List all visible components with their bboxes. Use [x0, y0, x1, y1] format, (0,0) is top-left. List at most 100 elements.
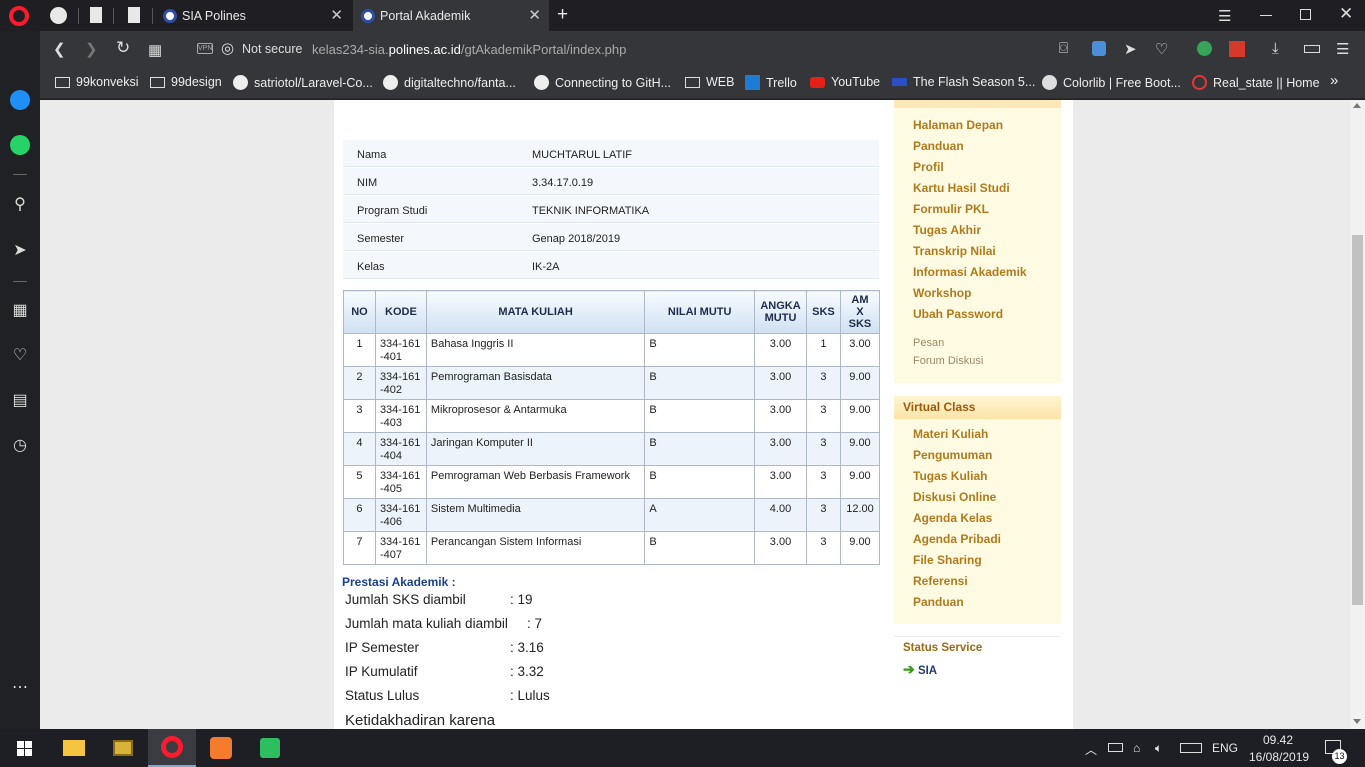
camera-icon[interactable]: ⌼ [1059, 40, 1068, 57]
tab-portal-akademik[interactable]: Portal Akademik ✕ [353, 0, 549, 31]
table-cell: 334-161-403 [374, 399, 427, 433]
whatsapp-icon[interactable] [10, 135, 30, 155]
close-window-icon[interactable]: ✕ [1339, 4, 1353, 24]
more-icon[interactable]: ⋯ [10, 678, 30, 698]
easy-setup-icon[interactable]: ☰ [1336, 40, 1349, 58]
bookmark-item[interactable]: digitaltechno/fanta... [383, 75, 516, 90]
show-hidden-icons[interactable]: ︿ [1085, 741, 1097, 758]
extension-icon[interactable] [1229, 41, 1245, 57]
close-tab-icon[interactable]: ✕ [528, 6, 541, 24]
xampp-taskbar-button[interactable] [197, 729, 245, 767]
menu-workshop[interactable]: Workshop [913, 286, 971, 300]
vc-panduan[interactable]: Panduan [913, 595, 964, 609]
bookmark-item[interactable]: The Flash Season 5... [892, 75, 1035, 89]
menu-kartu-hasil-studi[interactable]: Kartu Hasil Studi [913, 181, 1010, 195]
bookmark-item[interactable]: YouTube [810, 75, 880, 89]
status-divider [894, 636, 1061, 637]
messenger-icon[interactable] [10, 90, 30, 110]
vc-materi-kuliah[interactable]: Materi Kuliah [913, 427, 988, 441]
status-sia-link[interactable]: ➔ SIA [903, 661, 937, 678]
file-explorer-button[interactable] [50, 729, 98, 767]
back-icon[interactable]: ❮ [53, 40, 66, 58]
news-icon[interactable]: ▤ [10, 391, 30, 411]
clock-time[interactable]: 09.42 [1263, 733, 1293, 747]
col-no: NO [343, 290, 376, 334]
menu-tugas-akhir[interactable]: Tugas Akhir [913, 223, 981, 237]
vc-tugas-kuliah[interactable]: Tugas Kuliah [913, 469, 987, 483]
vc-agenda-kelas[interactable]: Agenda Kelas [913, 511, 992, 525]
menu-ubah-password[interactable]: Ubah Password [913, 307, 1003, 321]
menu-transkrip-nilai[interactable]: Transkrip Nilai [913, 244, 996, 258]
menu-forum-diskusi[interactable]: Forum Diskusi [913, 355, 983, 367]
document-icon[interactable] [128, 7, 140, 23]
globe-icon: ◎ [221, 40, 235, 57]
battery-icon[interactable] [1108, 743, 1123, 752]
opera-logo-icon[interactable] [9, 6, 29, 26]
github-icon[interactable] [50, 7, 67, 24]
send-icon[interactable]: ➤ [10, 241, 30, 261]
bookmarks-more-button[interactable]: » [1330, 72, 1338, 89]
bookmark-item[interactable]: WEB [685, 75, 734, 89]
extension-icon[interactable] [1197, 41, 1212, 56]
forward-icon[interactable]: ❯ [85, 40, 98, 58]
menu-pesan[interactable]: Pesan [913, 337, 944, 349]
reload-icon[interactable]: ↻ [116, 38, 130, 58]
new-tab-button[interactable]: + [557, 4, 568, 26]
security-status[interactable]: Not secure [242, 42, 302, 56]
document-icon[interactable] [90, 7, 102, 23]
url-field[interactable]: kelas234-sia.polines.ac.id/gtAkademikPor… [312, 42, 626, 57]
vc-diskusi-online[interactable]: Diskusi Online [913, 490, 996, 504]
minimize-icon[interactable] [1260, 15, 1272, 16]
heart-icon[interactable]: ♡ [10, 346, 30, 366]
vc-agenda-pribadi[interactable]: Agenda Pribadi [913, 532, 1001, 546]
evernote-taskbar-button[interactable] [246, 729, 294, 767]
bookmark-item[interactable]: Real_state || Home [1192, 75, 1320, 90]
url-path: /gtAkademikPortal/index.php [460, 42, 627, 57]
tab-menu-icon[interactable]: ☰ [1218, 7, 1231, 25]
network-icon[interactable]: ⌂ [1133, 741, 1140, 755]
shield-icon[interactable] [1092, 41, 1106, 56]
prestasi-label: Status Lulus [345, 688, 420, 703]
vpn-badge-icon[interactable]: VPN [197, 43, 213, 54]
menu-halaman-depan[interactable]: Halaman Depan [913, 118, 1003, 132]
prestasi-value: : 19 [510, 592, 533, 607]
restore-icon[interactable] [1300, 9, 1311, 20]
menu-formulir-pkl[interactable]: Formulir PKL [913, 202, 989, 216]
table-cell: A [644, 498, 756, 532]
menu-informasi-akademik[interactable]: Informasi Akademik [913, 265, 1027, 279]
scrollbar-thumb[interactable] [1352, 235, 1363, 605]
scroll-up-icon[interactable] [1353, 103, 1361, 108]
start-button[interactable] [0, 729, 48, 767]
download-icon[interactable]: ⤓ [1272, 40, 1279, 57]
speed-dial-icon[interactable]: ▦ [10, 301, 30, 321]
taskbar-app-button[interactable] [99, 729, 147, 767]
menu-panduan[interactable]: Panduan [913, 139, 964, 153]
table-cell: 334-161-404 [374, 432, 427, 466]
vc-file-sharing[interactable]: File Sharing [913, 553, 982, 567]
vc-referensi[interactable]: Referensi [913, 574, 968, 588]
opera-taskbar-button[interactable] [148, 729, 196, 767]
battery-icon[interactable] [1304, 45, 1320, 53]
heart-icon[interactable]: ♡ [1155, 40, 1168, 58]
language-indicator[interactable]: ENG [1212, 741, 1238, 755]
clock-date[interactable]: 16/08/2019 [1249, 750, 1309, 764]
bookmark-item[interactable]: Connecting to GitH... [534, 75, 671, 90]
tab-sia-polines[interactable]: SIA Polines ✕ [155, 0, 351, 31]
bookmark-item[interactable]: 99konveksi [55, 75, 139, 89]
menu-profil[interactable]: Profil [913, 160, 944, 174]
keyboard-icon[interactable] [1180, 743, 1202, 753]
bookmark-item[interactable]: Colorlib | Free Boot... [1042, 75, 1181, 90]
bookmark-item[interactable]: 99design [150, 75, 222, 89]
send-icon[interactable]: ➤ [1124, 40, 1137, 58]
search-icon[interactable]: ⚲ [10, 195, 30, 215]
bookmark-item[interactable]: Trello [745, 75, 797, 90]
tab-grid-icon[interactable]: ▦ [148, 41, 162, 59]
bookmark-item[interactable]: satriotol/Laravel-Co... [233, 75, 373, 90]
scroll-down-icon[interactable] [1353, 719, 1361, 724]
table-cell: Bahasa Inggris II [425, 333, 646, 367]
history-icon[interactable]: ◷ [10, 436, 30, 456]
volume-icon[interactable]: 🔈︎ [1155, 741, 1162, 756]
table-cell: 9.00 [839, 531, 881, 565]
close-tab-icon[interactable]: ✕ [330, 6, 343, 24]
vc-pengumuman[interactable]: Pengumuman [913, 448, 992, 462]
